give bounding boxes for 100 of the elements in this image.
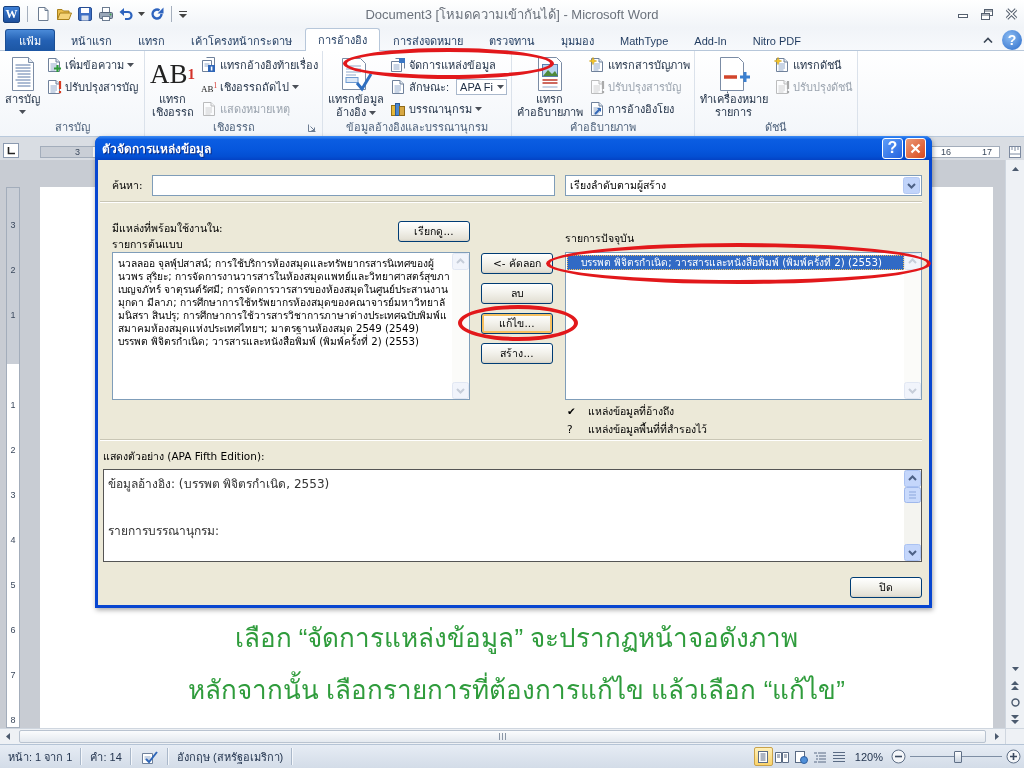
plus-circle-icon [1006, 749, 1021, 764]
ribbon-button[interactable]: เพิ่มข้อความ [45, 57, 135, 73]
ruler-number: 3 [10, 491, 16, 500]
ruler-number: 16 [939, 147, 952, 157]
list-item[interactable]: บรรพต พิจิตรกำเนิด; วารสารและหนังสือพิมพ์ (พิมพ์ครั้งที่ 2) (2553) [117, 335, 420, 348]
browse-button[interactable]: เรียกดู... [398, 221, 470, 242]
action-button[interactable]: <- คัดลอก [481, 253, 553, 274]
triangle-left-icon [6, 733, 10, 740]
folder-icon[interactable] [56, 6, 72, 22]
redo-icon[interactable] [150, 7, 164, 21]
scrollbar-thumb-icon[interactable] [904, 487, 921, 503]
ribbon-tab[interactable]: หน้าแรก [58, 29, 125, 51]
scrollbar-thumb[interactable] [19, 730, 986, 743]
style-dropdown[interactable]: APA Fi [456, 79, 507, 95]
group-label: สารบัญ [54, 120, 90, 134]
language-indicator[interactable]: อังกฤษ (สหรัฐอเมริกา) [168, 747, 292, 766]
close-dialog-button[interactable]: ปิด [850, 577, 922, 598]
sort-dropdown[interactable]: เรียงลำดับตามผู้สร้าง [565, 175, 922, 196]
document-lines-icon [10, 56, 35, 92]
file-tab[interactable]: แฟ้ม [5, 29, 55, 51]
word-count[interactable]: คำ: 14 [82, 747, 130, 766]
document-sparkle-icon [588, 57, 605, 73]
ruler-toggle-icon[interactable] [1008, 146, 1021, 158]
preview-text: ข้อมูลอ้างอิง: (บรรพต พิจิตรกำเนิด, 2553) [108, 476, 331, 492]
list-item[interactable]: นวพร สุริยะ; การจัดการงานวารสารในห้องสมุดแพทย์และวิทยาศาสตร์สุขภา [117, 270, 451, 283]
undo-icon[interactable] [119, 7, 133, 21]
tab-selector-button[interactable] [3, 143, 19, 158]
list-item[interactable]: เบญจภัทร์ จาตุรนต์รัศมี; การจัดการวารสารของห้องสมุดในศูนย์ประสานงาน [117, 283, 449, 296]
list-item[interactable]: สมาคมห้องสมุดแห่งประเทศไทยฯ; มาตรฐานห้องสมุด 2549 (2549) [117, 322, 420, 335]
restore-icon[interactable] [980, 7, 994, 21]
chevron-down-icon[interactable] [903, 177, 920, 194]
circle-icon [1010, 698, 1020, 707]
app-logo[interactable]: W [3, 5, 20, 23]
zoom-level[interactable]: 120% [850, 750, 891, 763]
large-ribbon-button[interactable]: สารบัญ [3, 54, 42, 114]
footnote-symbol: AB$^{1}$ [150, 57, 195, 91]
close-button[interactable] [905, 137, 926, 159]
group-label: คำอธิบายภาพ [569, 120, 636, 134]
group-label: ดัชนี [764, 120, 787, 134]
caption-text: หลักจากนั้น เลือกรายการที่ต้องการแก้ไข แล้วเลือก “แก้ไข” [188, 664, 845, 716]
document-stack-icon [390, 57, 406, 73]
ribbon-tab[interactable]: การส่งจดหมาย [380, 29, 476, 51]
zoom-in-button[interactable] [1006, 749, 1021, 764]
chevron-up-icon[interactable] [983, 36, 993, 43]
legend-text: แหล่งข้อมูลที่อ้างถึง [588, 403, 675, 419]
document-badge-icon [201, 57, 217, 73]
slider-thumb[interactable] [953, 750, 962, 763]
legend-symbol: ✔ [566, 404, 577, 419]
ribbon-tab[interactable]: Nitro PDF [739, 29, 814, 51]
list-item[interactable]: มุกดา มีลาภ; การศึกษาการใช้ทรัพยากรห้องสมุดของคณาจารย์มหาวิทยาลั [117, 296, 446, 309]
ribbon-tab[interactable]: มุมมอง [548, 29, 607, 51]
list-item[interactable]: บรรพต พิจิตรกำเนิด; วารสารและหนังสือพิมพ์ (พิมพ์ครั้งที่ 2) (2553) [567, 255, 904, 270]
ruler-number: 5 [10, 581, 16, 590]
zoom-out-button[interactable] [891, 749, 906, 764]
close-icon[interactable] [1005, 8, 1018, 20]
document-exclamation-icon [588, 79, 605, 95]
toolbar-menu-icon[interactable] [179, 10, 187, 18]
ribbon-button[interactable]: AB$^{1}$ เชิงอรรถถัดไป [200, 79, 301, 95]
minus-circle-icon [891, 749, 906, 764]
dialog-launcher-icon[interactable] [308, 124, 316, 132]
outline-list-icon [813, 749, 828, 764]
ribbon-button[interactable]: แทรกดัชนี [772, 57, 843, 73]
large-ribbon-button[interactable]: แทรก คำอธิบายภาพ [514, 54, 585, 119]
printer-icon[interactable] [98, 6, 114, 22]
ribbon-button[interactable]: แทรกสารบัญภาพ [587, 57, 691, 73]
ribbon-button[interactable]: บรรณานุกรม [389, 101, 483, 117]
window-title: Document3 [โหมดความเข้ากันได้] - Microsoft Word [365, 5, 659, 24]
document-check-icon[interactable] [140, 749, 158, 764]
books-icon [390, 101, 406, 117]
large-ribbon-button[interactable]: AB$^{1}$ แทรก เชิงอรรถ [148, 54, 197, 119]
document-sparkle-icon [773, 57, 790, 73]
action-button[interactable]: ลบ [481, 283, 553, 304]
preview-text: รายการบรรณานุกรม: [108, 523, 221, 539]
ribbon-tab[interactable]: MathType [607, 29, 682, 51]
ruler-number: 8 [10, 716, 16, 725]
action-button[interactable]: สร้าง... [481, 343, 553, 364]
help-button[interactable]: ? [882, 137, 903, 159]
search-field[interactable] [152, 175, 555, 196]
blank-page-icon[interactable] [35, 6, 51, 22]
list-item[interactable]: มนิสรา สินปรุ; การศึกษาการใช้วารสารวิชาการภาษาต่างประเทศฉบับพิมพ์แ [117, 309, 448, 322]
document-picture-icon [535, 56, 564, 92]
large-ribbon-button[interactable]: ทำเครื่องหมาย รายการ [697, 54, 770, 119]
open-book-icon [775, 749, 790, 764]
ribbon-tab[interactable]: แทรก [125, 29, 178, 51]
ribbon-tab[interactable]: เค้าโครงหน้ากระดาษ [178, 29, 305, 51]
list-item[interactable]: นวลลออ จุลพุ์ปสาสน์; การใช้บริการห้องสมุดและทรัพยากรสารนิเทศของผู้ [117, 257, 435, 270]
ribbon-tab[interactable]: การอ้างอิง [305, 28, 380, 51]
ribbon-button[interactable]: แทรกอ้างอิงท้ายเรื่อง [200, 57, 319, 73]
ribbon-button[interactable]: การอ้างอิงโยง [587, 101, 675, 117]
page-count[interactable]: หน้า: 1 จาก 1 [0, 747, 81, 766]
large-ribbon-button[interactable]: แทรกข้อมูล อ้างอิง [326, 54, 386, 119]
search-label: ค้นหา: [112, 178, 144, 193]
ribbon-button[interactable]: ปรับปรุงสารบัญ [45, 79, 139, 95]
ribbon-tab[interactable]: ตรวจทาน [476, 29, 548, 51]
save-icon[interactable] [77, 6, 93, 22]
view-button[interactable] [753, 747, 773, 766]
ribbon-tab[interactable]: Add-In [681, 29, 740, 51]
ribbon-button[interactable]: จัดการแหล่งข้อมูล [389, 57, 497, 73]
action-button[interactable]: แก้ไข... [481, 313, 553, 334]
ruler-number: 4 [10, 536, 16, 545]
